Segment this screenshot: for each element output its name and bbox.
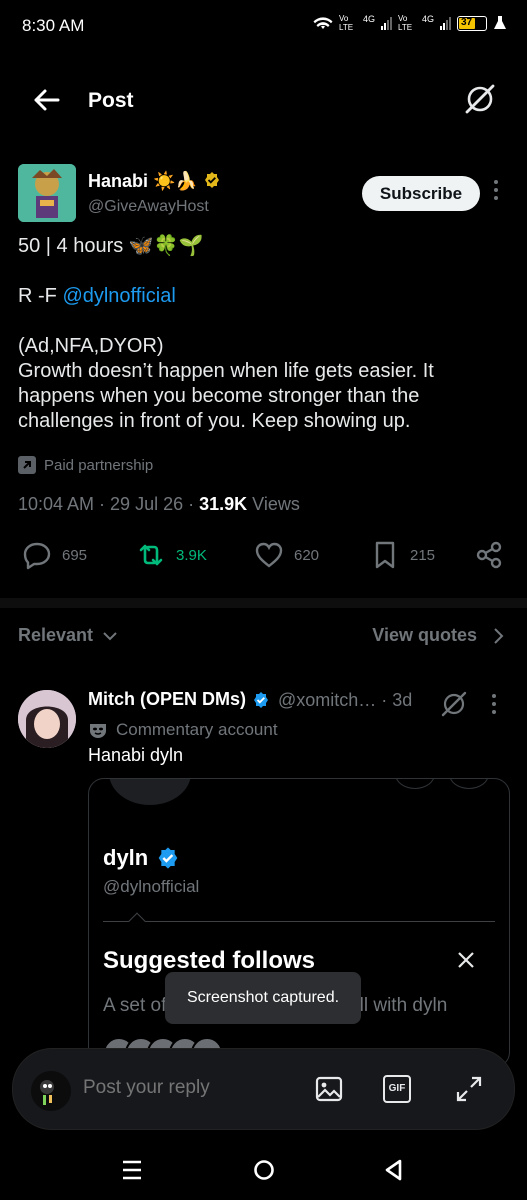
wifi-icon bbox=[313, 17, 333, 29]
status-time: 8:30 AM bbox=[22, 16, 85, 35]
reply-input[interactable] bbox=[83, 1077, 283, 1099]
heart-icon bbox=[255, 542, 283, 568]
commentary-account-label: Commentary account bbox=[88, 720, 278, 740]
paid-label: Paid partnership bbox=[44, 456, 154, 474]
card-avatar bbox=[107, 779, 193, 807]
arrow-up-right-box-icon bbox=[18, 456, 36, 474]
section-divider bbox=[0, 598, 527, 608]
signal2-icon bbox=[440, 16, 451, 30]
card-handle: @dylnofficial bbox=[103, 877, 200, 896]
battery-icon: 37 bbox=[457, 15, 487, 31]
card-divider-caret bbox=[128, 912, 146, 930]
author-name[interactable]: Hanabi ☀️🍌 bbox=[88, 171, 221, 192]
mention-link[interactable]: @dylnofficial bbox=[62, 285, 175, 307]
image-icon[interactable] bbox=[313, 1073, 345, 1105]
reply-more-icon[interactable] bbox=[492, 694, 496, 714]
reply-button[interactable]: 695 bbox=[22, 540, 87, 570]
top-header: Post bbox=[0, 70, 527, 130]
system-nav-bar bbox=[0, 1140, 527, 1200]
repost-count: 3.9K bbox=[176, 546, 207, 564]
post-line-1: 50 | 4 hours 🦋🍀🌱 bbox=[18, 235, 204, 257]
share-button[interactable] bbox=[474, 540, 504, 570]
commentary-text: Commentary account bbox=[116, 720, 278, 739]
battery-level: 37 bbox=[461, 16, 473, 28]
reply-avatar[interactable] bbox=[18, 690, 76, 748]
reply-text: Hanabi dyln bbox=[88, 745, 184, 765]
reply-author-name[interactable]: Mitch (OPEN DMs) bbox=[88, 689, 270, 710]
suggested-follows-title: Suggested follows bbox=[103, 947, 316, 974]
views-label: Views bbox=[247, 494, 300, 514]
recent-apps-icon[interactable] bbox=[118, 1156, 146, 1184]
verified-blue-icon bbox=[158, 847, 178, 869]
grok-icon[interactable] bbox=[440, 690, 468, 718]
views-count: 31.9K bbox=[199, 494, 248, 514]
author-avatar[interactable] bbox=[18, 164, 76, 222]
repost-button[interactable]: 3.9K bbox=[136, 540, 207, 570]
reply-author-name-text: Mitch (OPEN DMs) bbox=[88, 689, 247, 709]
like-count: 620 bbox=[294, 546, 320, 564]
subscribe-button[interactable]: Subscribe bbox=[362, 176, 480, 211]
signal1-icon bbox=[380, 16, 392, 30]
view-quotes-label: View quotes bbox=[372, 625, 477, 645]
reply-icon bbox=[23, 542, 51, 570]
card-divider bbox=[103, 921, 495, 922]
grok-icon[interactable] bbox=[463, 82, 497, 116]
sort-relevant-label: Relevant bbox=[18, 625, 94, 645]
post-line-2: R -F @dylnofficial bbox=[18, 284, 176, 309]
chevron-right-icon bbox=[494, 627, 504, 644]
post-line-2-prefix: R -F bbox=[18, 285, 63, 307]
repost-icon bbox=[139, 544, 163, 566]
more-options-icon[interactable] bbox=[491, 180, 501, 208]
status-bar: 8:30 AM Vo LTE 4G Vo LTE 4G 37 bbox=[0, 0, 527, 52]
author-name-text: Hanabi ☀️🍌 bbox=[88, 171, 198, 191]
page-title: Post bbox=[88, 89, 134, 112]
close-icon[interactable] bbox=[455, 949, 477, 971]
expand-icon[interactable] bbox=[453, 1073, 485, 1105]
share-icon bbox=[476, 541, 502, 569]
bookmark-count: 215 bbox=[410, 546, 436, 564]
home-icon[interactable] bbox=[250, 1156, 278, 1184]
net1-label: 4G bbox=[362, 14, 375, 24]
net2-label: 4G bbox=[421, 14, 434, 24]
lte1-label: Vo LTE bbox=[338, 14, 354, 32]
verified-gold-icon bbox=[204, 172, 219, 188]
profile-card[interactable]: dyln @dylnofficial Suggested follows A s… bbox=[88, 778, 510, 1068]
card-display-name: dyln bbox=[103, 845, 180, 871]
sort-relevant-dropdown[interactable]: Relevant bbox=[18, 625, 119, 646]
card-button-outline bbox=[395, 779, 435, 789]
status-icons: Vo LTE 4G Vo LTE 4G 37 bbox=[313, 14, 507, 32]
mask-icon bbox=[90, 724, 106, 738]
bookmark-icon bbox=[375, 541, 395, 569]
back-icon[interactable] bbox=[380, 1156, 408, 1184]
paid-partnership[interactable]: Paid partnership bbox=[18, 456, 153, 474]
action-bar: 695 3.9K 620 215 bbox=[18, 540, 508, 580]
post-line-3: (Ad,NFA,DYOR) bbox=[18, 335, 164, 357]
verified-blue-icon bbox=[254, 691, 269, 708]
gif-icon[interactable]: GIF bbox=[383, 1075, 411, 1103]
post-time: 10:04 AM · 29 Jul 26 · bbox=[18, 494, 200, 514]
reply-author-handle[interactable]: @xomitch… · 3d bbox=[278, 690, 412, 711]
composer-avatar-art-icon bbox=[31, 1071, 71, 1111]
avatar-art-icon bbox=[18, 164, 76, 222]
author-handle[interactable]: @GiveAwayHost bbox=[88, 198, 209, 216]
reply-composer[interactable]: GIF bbox=[12, 1048, 515, 1130]
like-button[interactable]: 620 bbox=[254, 540, 319, 570]
post-body: Growth doesn’t happen when life gets eas… bbox=[18, 360, 434, 432]
card-name-text: dyln bbox=[103, 845, 149, 870]
chevron-down-icon bbox=[103, 631, 117, 640]
post-meta: 10:04 AM · 29 Jul 26 · 31.9K Views bbox=[18, 494, 300, 515]
flask-icon bbox=[494, 16, 506, 29]
lte2-label: Vo LTE bbox=[397, 14, 413, 32]
reply-avatar-photo-icon bbox=[18, 690, 76, 748]
reply-count: 695 bbox=[62, 546, 88, 564]
view-quotes-link[interactable]: View quotes bbox=[372, 625, 505, 646]
screenshot-toast: Screenshot captured. bbox=[165, 972, 361, 1024]
bookmark-button[interactable]: 215 bbox=[370, 540, 435, 570]
card-button-outline bbox=[449, 779, 489, 789]
back-arrow-icon[interactable] bbox=[30, 84, 62, 116]
composer-avatar bbox=[31, 1071, 71, 1111]
